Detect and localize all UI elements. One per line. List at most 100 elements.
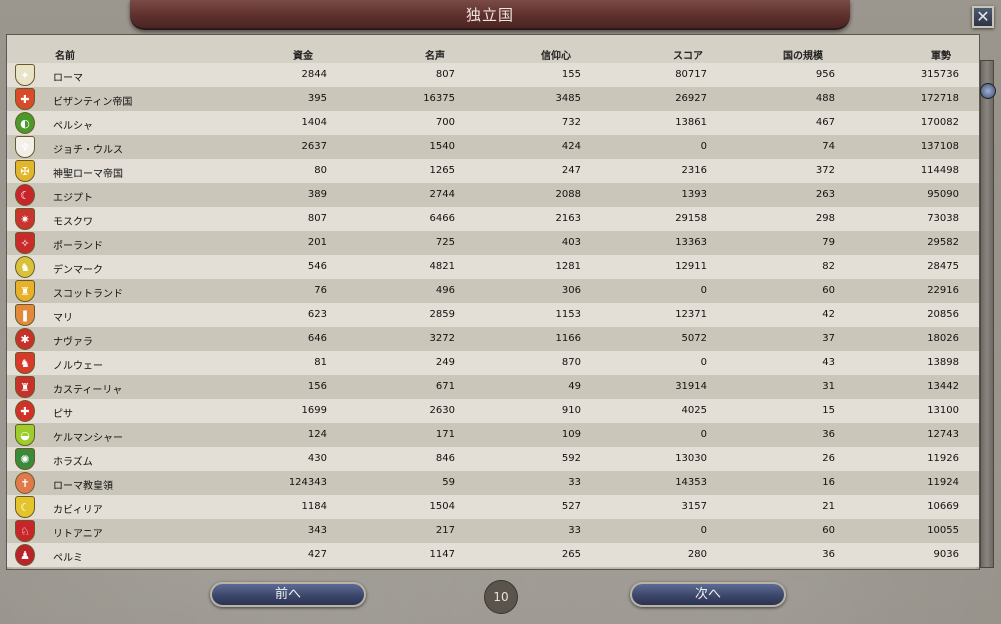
size-value: 79 <box>822 237 835 248</box>
coat-of-arms-icon[interactable]: ✱ <box>15 328 35 350</box>
prestige-value: 2859 <box>429 309 455 320</box>
score-value: 13030 <box>675 453 707 464</box>
prestige-value: 4821 <box>429 261 455 272</box>
header-army[interactable]: 軍勢 <box>931 47 951 62</box>
table-row[interactable]: ☾ カビィリア 1184 1504 527 3157 21 10669 <box>7 495 979 519</box>
piety-value: 2163 <box>555 213 581 224</box>
table-row[interactable]: ✷ モスクワ 807 6466 2163 29158 298 73038 <box>7 207 979 231</box>
table-row[interactable]: ☾ エジプト 389 2744 2088 1393 263 95090 <box>7 183 979 207</box>
prestige-value: 725 <box>435 237 455 248</box>
coat-of-arms-icon[interactable]: ☾ <box>15 496 35 518</box>
nation-name[interactable]: モスクワ <box>53 213 93 228</box>
prestige-value: 1540 <box>429 141 455 152</box>
nation-name[interactable]: ピサ <box>53 405 73 420</box>
coat-of-arms-icon[interactable]: ♜ <box>15 280 35 302</box>
table-row[interactable]: ♜ スコットランド 76 496 306 0 60 22916 <box>7 279 979 303</box>
nation-name[interactable]: ナヴァラ <box>53 333 93 348</box>
score-value: 0 <box>700 285 707 296</box>
table-row[interactable]: ✧ ポーランド 201 725 403 13363 79 29582 <box>7 231 979 255</box>
nation-name[interactable]: ノルウェー <box>53 357 103 372</box>
nation-name[interactable]: ジョチ・ウルス <box>53 141 123 156</box>
header-realm-size[interactable]: 国の規模 <box>783 47 823 62</box>
coat-of-arms-icon[interactable]: ♘ <box>15 520 35 542</box>
table-row[interactable]: ✦ ローマ 2844 807 155 80717 956 315736 <box>7 63 979 87</box>
table-row[interactable]: ♞ デンマーク 546 4821 1281 12911 82 28475 <box>7 255 979 279</box>
coat-of-arms-icon[interactable]: ✠ <box>15 160 35 182</box>
gold-value: 395 <box>307 93 327 104</box>
coat-of-arms-icon[interactable]: ✺ <box>15 448 35 470</box>
coat-of-arms-icon[interactable]: ◐ <box>15 112 35 134</box>
coat-of-arms-icon[interactable]: ✧ <box>15 232 35 254</box>
table-row[interactable]: ✚ ピサ 1699 2630 910 4025 15 13100 <box>7 399 979 423</box>
coat-of-arms-icon[interactable]: ☾ <box>15 184 35 206</box>
prestige-value: 1265 <box>429 165 455 176</box>
score-value: 13861 <box>675 117 707 128</box>
coat-of-arms-icon[interactable]: ✚ <box>15 88 35 110</box>
nation-name[interactable]: ホラズム <box>53 453 93 468</box>
nation-name[interactable]: 神聖ローマ帝国 <box>53 165 123 180</box>
nation-name[interactable]: ペルシャ <box>53 117 93 132</box>
table-row[interactable]: ✺ ホラズム 430 846 592 13030 26 11926 <box>7 447 979 471</box>
coat-of-arms-icon[interactable]: ♆ <box>15 136 35 158</box>
gold-value: 76 <box>314 285 327 296</box>
piety-value: 592 <box>561 453 581 464</box>
nation-name[interactable]: ビザンティン帝国 <box>53 93 132 108</box>
coat-of-arms-icon[interactable]: ✦ <box>15 64 35 86</box>
header-gold[interactable]: 資金 <box>293 47 313 62</box>
coat-of-arms-icon[interactable]: ♞ <box>15 352 35 374</box>
size-value: 26 <box>822 453 835 464</box>
coat-of-arms-icon[interactable]: ♟ <box>15 544 35 566</box>
header-score[interactable]: スコア <box>673 47 703 62</box>
prev-page-button[interactable]: 前へ <box>210 582 366 607</box>
table-row[interactable]: ♞ ノルウェー 81 249 870 0 43 13898 <box>7 351 979 375</box>
prestige-value: 1504 <box>429 501 455 512</box>
page-indicator: 10 <box>484 580 518 614</box>
table-row[interactable]: ✝ ローマ教皇領 124343 59 33 14353 16 11924 <box>7 471 979 495</box>
prestige-value: 59 <box>442 477 455 488</box>
nation-name[interactable]: ペルミ <box>53 549 83 564</box>
army-value: 13100 <box>927 405 959 416</box>
nation-name[interactable]: ケルマンシャー <box>53 429 123 444</box>
coat-of-arms-icon[interactable]: ✝ <box>15 472 35 494</box>
coat-of-arms-icon[interactable]: ♞ <box>15 256 35 278</box>
coat-of-arms-icon[interactable]: ♜ <box>15 376 35 398</box>
table-row[interactable]: ◒ ケルマンシャー 124 171 109 0 36 12743 <box>7 423 979 447</box>
table-row[interactable]: ♟ ペルミ 427 1147 265 280 36 9036 <box>7 543 979 567</box>
header-prestige[interactable]: 名声 <box>425 47 445 62</box>
table-row[interactable]: ✚ ビザンティン帝国 395 16375 3485 26927 488 172718 <box>7 87 979 111</box>
nation-name[interactable]: カスティーリャ <box>53 381 122 396</box>
coat-of-arms-icon[interactable]: ❚ <box>15 304 35 326</box>
nation-name[interactable]: スコットランド <box>53 285 123 300</box>
nation-name[interactable]: ポーランド <box>53 237 103 252</box>
close-button[interactable]: ✕ <box>972 6 994 28</box>
header-name[interactable]: 名前 <box>55 47 75 62</box>
scroll-thumb[interactable] <box>980 83 996 99</box>
nation-name[interactable]: エジプト <box>53 189 93 204</box>
gold-value: 343 <box>307 525 327 536</box>
coat-of-arms-icon[interactable]: ◒ <box>15 424 35 446</box>
scrollbar[interactable] <box>980 60 996 568</box>
nation-name[interactable]: ローマ <box>53 69 83 84</box>
piety-value: 1153 <box>555 309 581 320</box>
table-row[interactable]: ♘ リトアニア 343 217 33 0 60 10055 <box>7 519 979 543</box>
nation-name[interactable]: マリ <box>53 309 73 324</box>
header-piety[interactable]: 信仰心 <box>541 47 571 62</box>
army-value: 315736 <box>920 69 959 80</box>
nation-name[interactable]: デンマーク <box>53 261 103 276</box>
window-title: 独立国 <box>465 6 514 24</box>
table-row[interactable]: ✠ 神聖ローマ帝国 80 1265 247 2316 372 114498 <box>7 159 979 183</box>
table-row[interactable]: ❚ マリ 623 2859 1153 12371 42 20856 <box>7 303 979 327</box>
nation-name[interactable]: ローマ教皇領 <box>53 477 113 492</box>
next-page-button[interactable]: 次へ <box>630 582 786 607</box>
table-row[interactable]: ✱ ナヴァラ 646 3272 1166 5072 37 18026 <box>7 327 979 351</box>
table-row[interactable]: ◐ ペルシャ 1404 700 732 13861 467 170082 <box>7 111 979 135</box>
nation-name[interactable]: リトアニア <box>53 525 103 540</box>
score-value: 0 <box>700 357 707 368</box>
prestige-value: 1147 <box>429 549 455 560</box>
army-value: 13898 <box>927 357 959 368</box>
table-row[interactable]: ♜ カスティーリャ 156 671 49 31914 31 13442 <box>7 375 979 399</box>
nation-name[interactable]: カビィリア <box>53 501 103 516</box>
coat-of-arms-icon[interactable]: ✚ <box>15 400 35 422</box>
table-row[interactable]: ♆ ジョチ・ウルス 2637 1540 424 0 74 137108 <box>7 135 979 159</box>
coat-of-arms-icon[interactable]: ✷ <box>15 208 35 230</box>
